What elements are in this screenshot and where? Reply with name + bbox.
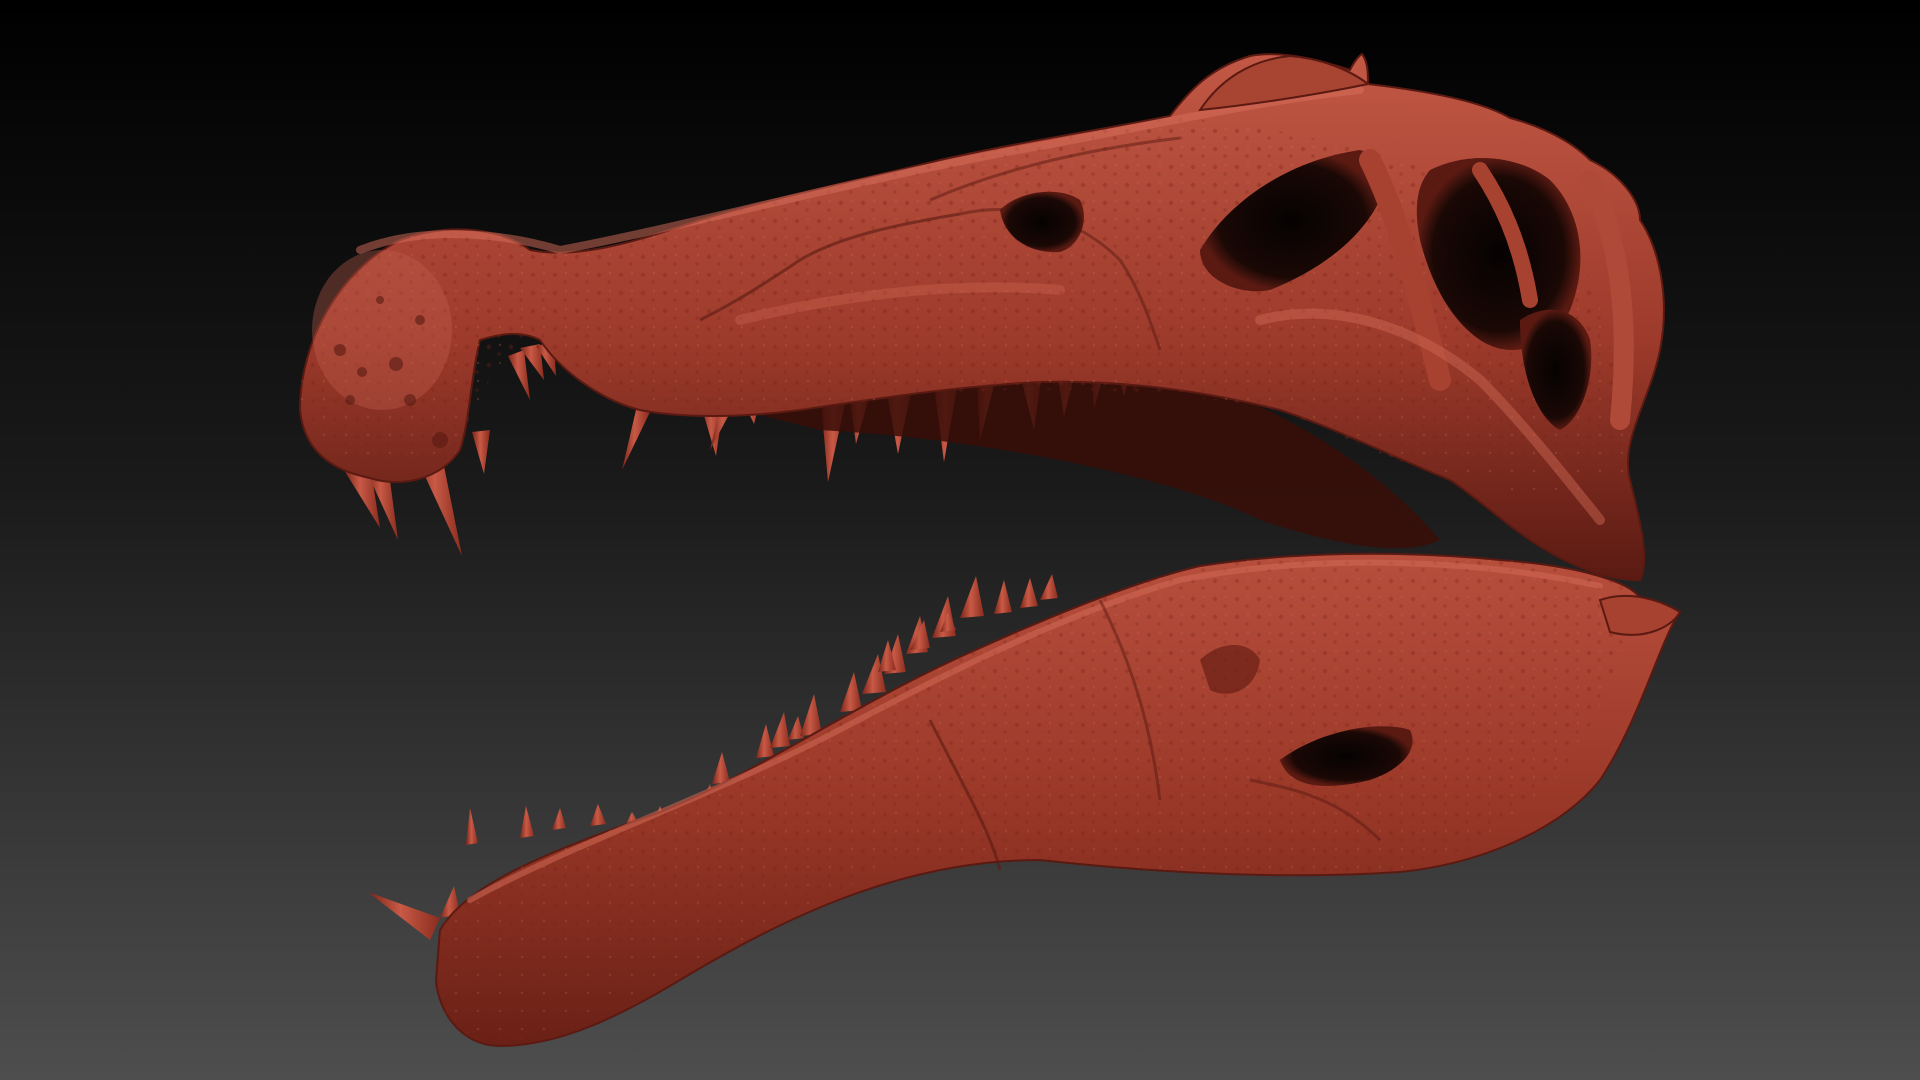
- sculpt-viewport[interactable]: [0, 0, 1920, 1080]
- scene-canvas: [0, 0, 1920, 1080]
- snout-rosette: [312, 250, 452, 410]
